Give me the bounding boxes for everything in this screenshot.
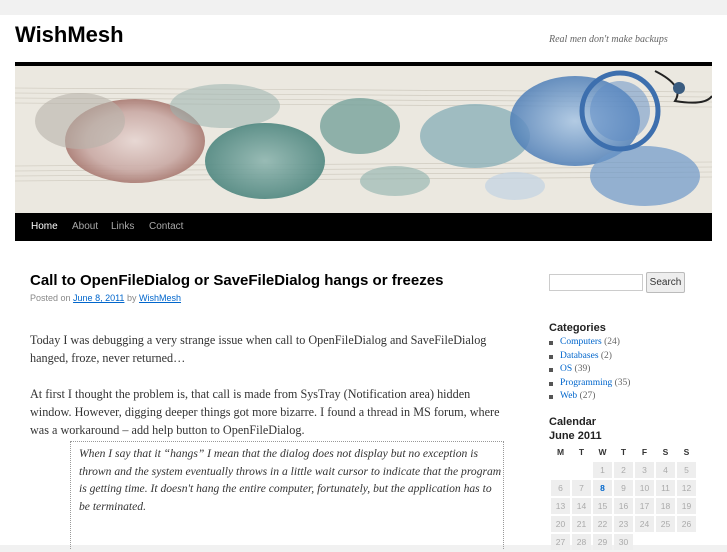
calendar-day: 7	[572, 480, 591, 496]
calendar-day: 30	[614, 534, 633, 550]
calendar-week-row: 13 14 15 16 17 18 19	[551, 498, 696, 514]
calendar-day-header: T	[578, 447, 585, 457]
bullet-icon	[549, 381, 553, 386]
calendar-month: June 2011	[549, 430, 602, 442]
search-input[interactable]	[549, 274, 643, 291]
calendar-day: 2	[614, 462, 633, 478]
calendar-day: 17	[635, 498, 654, 514]
calendar-day: 3	[635, 462, 654, 478]
calendar-day: 22	[593, 516, 612, 532]
calendar-day: 28	[572, 534, 591, 550]
category-count: (39)	[574, 364, 591, 374]
calendar-day-header: W	[598, 447, 607, 457]
meta-by: by	[126, 293, 137, 303]
calendar-day-header: T	[620, 447, 627, 457]
calendar-day: 29	[593, 534, 612, 550]
calendar-table: M T W T F S S 1 2 3 4 5 6 7 8 9 10 11 12 13 14 15 16 17 1…	[549, 442, 698, 552]
calendar-week-row: 20 21 22 23 24 25 26	[551, 516, 696, 532]
category-os-link[interactable]: OS	[560, 364, 572, 374]
nav-links[interactable]: Links	[111, 221, 134, 232]
category-item: Programming (35)	[549, 377, 630, 391]
bullet-icon	[549, 395, 553, 399]
header-artwork	[15, 66, 712, 213]
post-paragraph-2: At first I thought the problem is, that …	[30, 387, 500, 437]
post-blockquote: When I say that it “hangs” I mean that t…	[70, 441, 504, 549]
category-item: Databases (2)	[549, 350, 630, 364]
calendar-day: 4	[656, 462, 675, 478]
calendar-day: 26	[677, 516, 696, 532]
category-web-link[interactable]: Web	[560, 391, 577, 401]
calendar-day-header: M	[556, 447, 565, 457]
calendar-day: 15	[593, 498, 612, 514]
calendar-week-row: 6 7 8 9 10 11 12	[551, 480, 696, 496]
calendar-day-header: S	[662, 447, 669, 457]
calendar-body: 1 2 3 4 5 6 7 8 9 10 11 12 13 14 15 16 17 18 19 20 21 22 23 24 2…	[551, 462, 696, 550]
calendar-day: 11	[656, 480, 675, 496]
category-count: (27)	[579, 391, 596, 401]
post-meta: Posted on June 8, 2011 by WishMesh	[30, 293, 181, 303]
category-item: Computers (24)	[549, 336, 630, 350]
category-count: (35)	[614, 377, 631, 388]
main-nav: Home About Links Contact	[15, 213, 712, 241]
categories-list: Computers (24) Databases (2) OS (39) Pro…	[549, 336, 630, 404]
calendar-week-row: 12345	[551, 462, 696, 478]
calendar-day: 20	[551, 516, 570, 532]
post-date-link[interactable]: June 8, 2011	[73, 293, 124, 303]
calendar-empty-day	[635, 534, 654, 550]
site-title[interactable]: WishMesh	[15, 22, 124, 48]
nav-about[interactable]: About	[72, 221, 98, 232]
bullet-icon	[549, 354, 553, 359]
calendar-empty-day	[677, 534, 696, 550]
bullet-icon	[549, 368, 553, 372]
calendar-day: 13	[551, 498, 570, 514]
calendar-day-link[interactable]: 8	[593, 480, 612, 496]
post-paragraph-1: Today I was debugging a very strange iss…	[30, 333, 487, 365]
calendar-day: 6	[551, 480, 570, 496]
calendar-header-row: M T W T F S S	[551, 444, 696, 460]
calendar-day: 24	[635, 516, 654, 532]
category-count: (24)	[604, 337, 620, 347]
post-title[interactable]: Call to OpenFileDialog or SaveFileDialog…	[30, 272, 443, 289]
calendar-week-row: 27 28 29 30	[551, 534, 696, 550]
calendar-empty-day	[656, 534, 675, 550]
site-tagline: Real men don't make backups	[549, 34, 668, 45]
category-programming-link[interactable]: Programming	[560, 378, 612, 388]
nav-contact[interactable]: Contact	[149, 221, 183, 232]
calendar-day: 5	[677, 462, 696, 478]
calendar-day: 25	[656, 516, 675, 532]
meta-prefix: Posted on	[30, 293, 71, 303]
post-author-link[interactable]: WishMesh	[139, 293, 181, 303]
calendar-day: 1	[593, 462, 612, 478]
calendar-day-header: S	[683, 447, 690, 457]
calendar-day: 14	[572, 498, 591, 514]
category-item: Web (27)	[549, 390, 630, 404]
calendar-day: 27	[551, 534, 570, 550]
calendar-day: 19	[677, 498, 696, 514]
calendar-day: 18	[656, 498, 675, 514]
category-databases-link[interactable]: Databases	[560, 351, 599, 361]
calendar-day: 12	[677, 480, 696, 496]
search-button[interactable]: Search	[646, 272, 685, 293]
calendar-day: 10	[635, 480, 654, 496]
categories-title: Categories	[549, 322, 606, 334]
calendar-day: 21	[572, 516, 591, 532]
header-image	[15, 62, 712, 217]
category-item: OS (39)	[549, 363, 630, 377]
calendar-day-header: F	[641, 447, 648, 457]
category-count: (2)	[600, 350, 612, 361]
calendar-empty-day	[572, 462, 591, 478]
bullet-icon	[549, 341, 553, 345]
nav-home[interactable]: Home	[31, 221, 58, 232]
calendar-title: Calendar	[549, 416, 597, 428]
category-computers-link[interactable]: Computers	[560, 337, 602, 347]
calendar-day: 23	[614, 516, 633, 532]
calendar-day: 9	[614, 480, 633, 496]
calendar-day: 16	[614, 498, 633, 514]
calendar-empty-day	[551, 462, 570, 478]
